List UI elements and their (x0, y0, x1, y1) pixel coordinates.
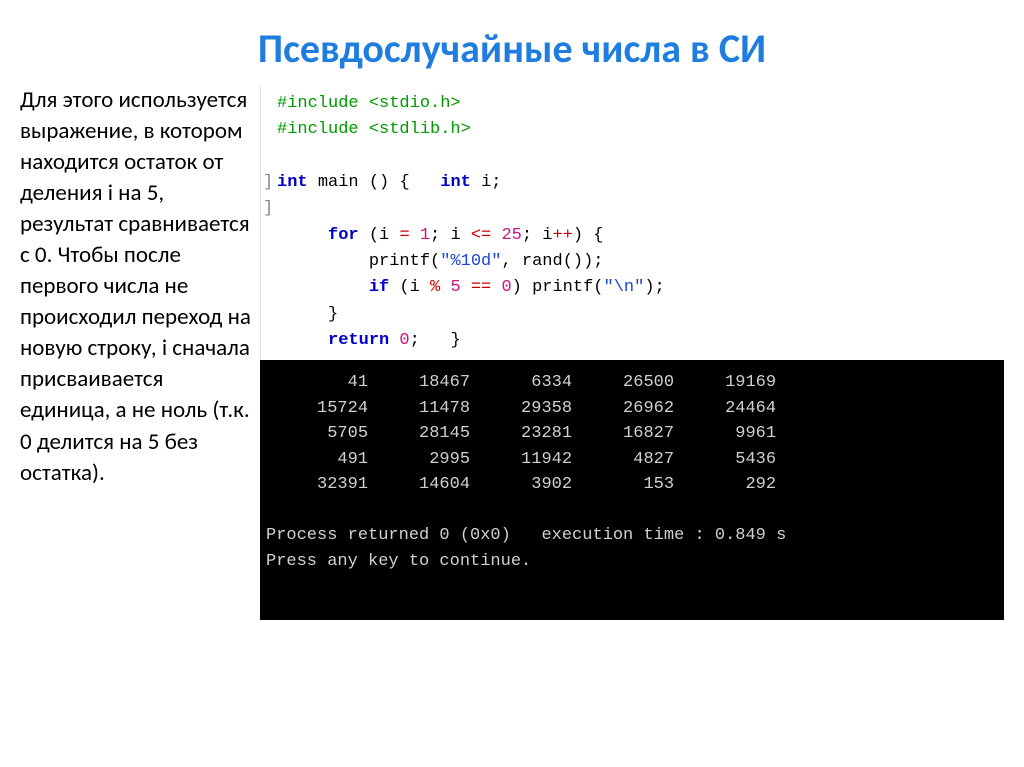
content-area: Для этого используется выражение, в кото… (0, 85, 1024, 620)
var-i: i (440, 226, 471, 245)
console-row: 32391 14604 3902 153 292 (266, 472, 998, 498)
console-row: 491 2995 11942 4827 5436 (266, 447, 998, 473)
slide-title: Псевдослучайные числа в СИ (0, 0, 1024, 85)
console-row: 41 18467 6334 26500 19169 (266, 370, 998, 396)
str-fmt: "%10d" (440, 252, 501, 271)
console-row: 5705 28145 23281 16827 9961 (266, 421, 998, 447)
close: ); (583, 252, 603, 271)
brace: { (399, 173, 409, 192)
description-text: Для этого используется выражение, в кото… (20, 85, 260, 620)
num-1: 1 (410, 226, 430, 245)
kw-if: if (369, 278, 389, 297)
fn-printf: printf (532, 278, 593, 297)
preproc-include: #include <stdlib.h> (277, 120, 471, 139)
close: ); (644, 278, 664, 297)
op-le: <= (471, 226, 491, 245)
kw-int: int (277, 173, 308, 192)
right-column: #include <stdio.h> #include <stdlib.h> ]… (260, 85, 1004, 620)
paren: ( (430, 252, 440, 271)
var-i: i (532, 226, 552, 245)
console-row: 15724 11478 29358 26962 24464 (266, 396, 998, 422)
semi: ; (491, 173, 501, 192)
brace-close: } (450, 331, 460, 350)
fn-rand: rand (522, 252, 563, 271)
op-assign: = (399, 226, 409, 245)
semi: ; (522, 226, 532, 245)
num-5: 5 (440, 278, 471, 297)
semi: ; (410, 331, 420, 350)
kw-int: int (440, 173, 471, 192)
console-output: 41 18467 6334 26500 19169 15724 11478 29… (260, 360, 1004, 620)
code-block: #include <stdio.h> #include <stdlib.h> ]… (260, 85, 1004, 360)
paren: () (563, 252, 583, 271)
fn-main: main (318, 173, 359, 192)
paren: ( (593, 278, 603, 297)
preproc-include: #include <stdio.h> (277, 94, 461, 113)
op-eq: == (471, 278, 491, 297)
if-body: (i (389, 278, 430, 297)
for-body: (i (369, 226, 400, 245)
if-close: ) (512, 278, 532, 297)
op-mod: % (430, 278, 440, 297)
comma: , (501, 252, 521, 271)
for-close: ) { (573, 226, 604, 245)
kw-for: for (328, 226, 359, 245)
console-status: Process returned 0 (0x0) execution time … (266, 523, 998, 549)
num-25: 25 (491, 226, 522, 245)
brace-close: } (328, 305, 338, 324)
kw-return: return (328, 331, 389, 350)
paren: () (369, 173, 389, 192)
var-i: i (481, 173, 491, 192)
fn-printf: printf (369, 252, 430, 271)
op-inc: ++ (552, 226, 572, 245)
semi: ; (430, 226, 440, 245)
num-0: 0 (389, 331, 409, 350)
str-nl: "\n" (604, 278, 645, 297)
console-status: Press any key to continue. (266, 549, 998, 575)
num-0: 0 (491, 278, 511, 297)
